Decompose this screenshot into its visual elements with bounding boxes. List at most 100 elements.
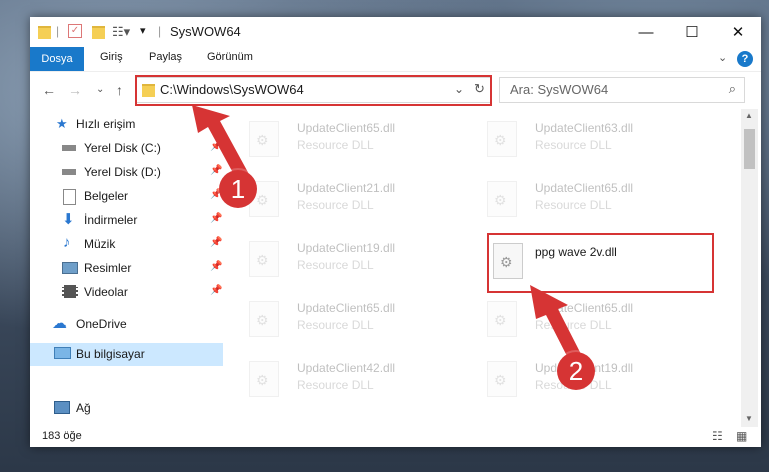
dll-file-icon: ⚙ bbox=[249, 121, 279, 157]
tab-file[interactable]: Dosya bbox=[30, 47, 84, 71]
help-icon[interactable]: ? bbox=[737, 51, 753, 67]
details-view-icon[interactable]: ☷ bbox=[712, 429, 723, 443]
step-badge-2: 2 bbox=[557, 352, 595, 390]
sidebar-item-local-disk-d[interactable]: Yerel Disk (D:) 📌 bbox=[30, 161, 223, 184]
sidebar-item-this-pc[interactable]: Bu bilgisayar bbox=[30, 343, 223, 366]
tab-share[interactable]: Paylaş bbox=[149, 51, 182, 63]
pin-icon[interactable]: 📌 bbox=[210, 165, 222, 176]
navigation-pane: ★ Hızlı erişim Yerel Disk (C:) 📌 Yerel D… bbox=[30, 109, 225, 427]
dll-file-icon: ⚙ bbox=[249, 361, 279, 397]
list-item[interactable]: ⚙ UpdateClient65.dll Resource DLL bbox=[463, 171, 693, 221]
sidebar-item-label: Resimler bbox=[84, 261, 132, 275]
search-box[interactable]: Ara: SysWOW64 ⌕ bbox=[499, 77, 745, 103]
scroll-down-icon[interactable]: ▼ bbox=[745, 414, 753, 423]
list-item[interactable]: ⚙ UpdateClient19.dll Resource DLL bbox=[225, 231, 455, 281]
properties-icon[interactable]: ✓ bbox=[68, 24, 82, 38]
scroll-up-icon[interactable]: ▲ bbox=[745, 111, 753, 120]
title-bar: | ✓ ☷▾ ▾ | SysWOW64 — ☐ ✕ bbox=[30, 17, 761, 47]
pin-icon[interactable]: 📌 bbox=[210, 285, 222, 296]
star-icon: ★ bbox=[56, 116, 68, 131]
dll-file-icon: ⚙ bbox=[487, 181, 517, 217]
sidebar-item-label: Videolar bbox=[84, 285, 128, 299]
item-count: 183 öğe bbox=[42, 430, 82, 442]
file-name: UpdateClient65.dll bbox=[297, 121, 396, 135]
list-item[interactable]: ⚙ UpdateClient65.dll Resource DLL bbox=[225, 111, 455, 161]
document-icon bbox=[63, 189, 76, 205]
pictures-icon bbox=[62, 262, 78, 274]
list-item[interactable]: ⚙ UpdateClient65.dll Resource DLL bbox=[463, 291, 693, 341]
recent-locations-icon[interactable]: ⌄ bbox=[96, 84, 104, 95]
file-highlight bbox=[487, 233, 714, 293]
sidebar-item-label: İndirmeler bbox=[84, 213, 138, 227]
sidebar-item-local-disk-c[interactable]: Yerel Disk (C:) 📌 bbox=[30, 137, 223, 160]
expand-ribbon-icon[interactable]: ⌄ bbox=[718, 51, 727, 64]
up-icon[interactable]: ↑ bbox=[116, 82, 123, 98]
large-icons-view-icon[interactable]: ▦ bbox=[736, 429, 747, 443]
forward-icon[interactable]: → bbox=[68, 82, 82, 98]
search-input[interactable]: Ara: SysWOW64 bbox=[510, 82, 608, 97]
file-name: UpdateClient21.dll bbox=[297, 181, 396, 195]
address-bar-highlight bbox=[135, 75, 492, 106]
sidebar-item-documents[interactable]: Belgeler 📌 bbox=[30, 185, 223, 208]
pin-icon[interactable]: 📌 bbox=[210, 213, 222, 224]
step-badge-1: 1 bbox=[219, 170, 257, 208]
window-title: SysWOW64 bbox=[170, 24, 241, 39]
file-name: UpdateClient65.dll bbox=[297, 301, 396, 315]
music-icon: ♪ bbox=[63, 234, 71, 251]
sidebar-item-onedrive[interactable]: ☁ OneDrive bbox=[30, 313, 223, 336]
list-item[interactable]: ⚙ UpdateClient65.dll Resource DLL bbox=[225, 291, 455, 341]
file-type: Resource DLL bbox=[297, 318, 374, 332]
dll-file-icon: ⚙ bbox=[487, 121, 517, 157]
tab-view[interactable]: Görünüm bbox=[207, 51, 253, 63]
pin-icon[interactable]: 📌 bbox=[210, 237, 222, 248]
sidebar-item-music[interactable]: ♪ Müzik 📌 bbox=[30, 233, 223, 256]
dll-file-icon: ⚙ bbox=[249, 301, 279, 337]
sidebar-item-label: Yerel Disk (D:) bbox=[84, 165, 161, 179]
file-type: Resource DLL bbox=[297, 258, 374, 272]
list-item[interactable]: ⚙ UpdateClient21.dll Resource DLL bbox=[225, 171, 455, 221]
sidebar-item-videos[interactable]: Videolar 📌 bbox=[30, 281, 223, 304]
search-icon[interactable]: ⌕ bbox=[729, 81, 736, 97]
sidebar-item-pictures[interactable]: Resimler 📌 bbox=[30, 257, 223, 280]
dll-file-icon: ⚙ bbox=[487, 361, 517, 397]
file-name: UpdateClient65.dll bbox=[535, 181, 634, 195]
file-type: Resource DLL bbox=[535, 318, 612, 332]
customize-quick-access-icon[interactable]: ☷▾ bbox=[112, 24, 130, 40]
file-type: Resource DLL bbox=[297, 138, 374, 152]
network-icon bbox=[54, 401, 70, 414]
ribbon-tabs: Dosya Giriş Paylaş Görünüm ⌄ ? bbox=[30, 47, 761, 71]
dll-file-icon: ⚙ bbox=[249, 241, 279, 277]
sidebar-item-label: OneDrive bbox=[76, 317, 127, 331]
back-icon[interactable]: ← bbox=[42, 82, 56, 98]
maximize-button[interactable]: ☐ bbox=[669, 17, 715, 47]
scrollbar-thumb[interactable] bbox=[744, 129, 755, 169]
file-name: UpdateClient65.dll bbox=[535, 301, 634, 315]
sidebar-item-downloads[interactable]: ⬇ İndirmeler 📌 bbox=[30, 209, 223, 232]
file-type: Resource DLL bbox=[535, 138, 612, 152]
pin-icon[interactable]: 📌 bbox=[210, 261, 222, 272]
file-name: UpdateClient19.dll bbox=[297, 241, 396, 255]
separator: | bbox=[56, 24, 60, 38]
list-item[interactable]: ⚙ UpdateClient63.dll Resource DLL bbox=[463, 111, 693, 161]
vertical-scrollbar[interactable]: ▲ ▼ bbox=[741, 109, 758, 427]
sidebar-item-label: Belgeler bbox=[84, 189, 129, 203]
status-bar: 183 öğe ☷ ▦ bbox=[30, 427, 761, 447]
sidebar-item-label: Hızlı erişim bbox=[76, 117, 136, 131]
drive-icon bbox=[62, 145, 76, 151]
sidebar-item-network[interactable]: Ağ bbox=[30, 397, 223, 420]
tab-home[interactable]: Giriş bbox=[100, 51, 123, 63]
file-type: Resource DLL bbox=[297, 378, 374, 392]
videos-icon bbox=[62, 285, 78, 298]
sidebar-item-quick-access[interactable]: ★ Hızlı erişim bbox=[30, 113, 223, 136]
close-button[interactable]: ✕ bbox=[715, 17, 761, 47]
sidebar-item-label: Ağ bbox=[76, 401, 91, 415]
file-type: Resource DLL bbox=[297, 198, 374, 212]
cloud-icon: ☁ bbox=[52, 315, 67, 332]
pin-icon[interactable]: 📌 bbox=[210, 141, 222, 152]
list-item[interactable]: ⚙ UpdateClient42.dll Resource DLL bbox=[225, 351, 455, 401]
drive-icon bbox=[62, 169, 76, 175]
minimize-button[interactable]: — bbox=[623, 17, 669, 47]
separator: | bbox=[158, 24, 162, 38]
computer-icon bbox=[54, 347, 71, 359]
chevron-down-icon[interactable]: ▾ bbox=[140, 24, 146, 40]
